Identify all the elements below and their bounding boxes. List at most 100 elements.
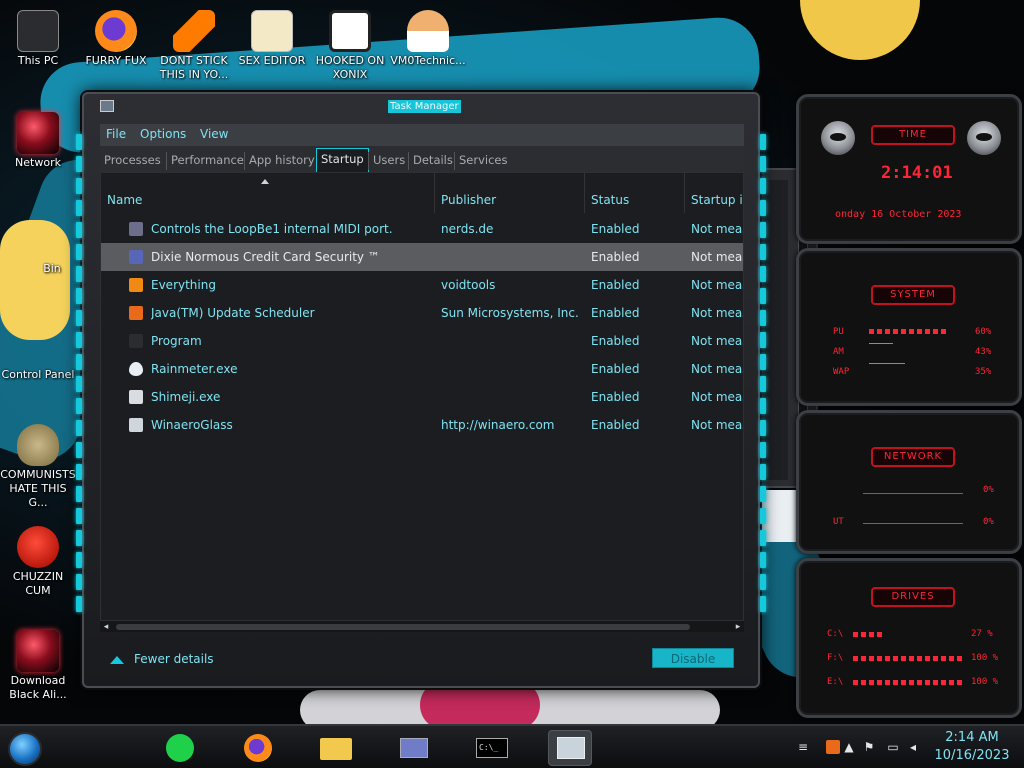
drive-e-bar xyxy=(853,680,963,685)
tab-startup[interactable]: Startup xyxy=(316,148,369,172)
column-header-publisher[interactable]: Publisher xyxy=(435,173,585,213)
tab-strip: Processes Performance App history Startu… xyxy=(100,148,744,172)
java-tray-icon[interactable] xyxy=(826,740,840,754)
startup-row[interactable]: Shimeji.exe Enabled Not meas xyxy=(101,383,743,411)
drive-f-value: 100 % xyxy=(971,653,999,663)
tab-services[interactable]: Services xyxy=(454,152,512,170)
startup-name-cell: Rainmeter.exe xyxy=(151,362,238,376)
desktop-icon-label: This PC xyxy=(17,54,59,67)
startup-row[interactable]: WinaeroGlass http://winaero.com Enabled Not… xyxy=(101,411,744,439)
magnifier-icon xyxy=(129,278,143,292)
fewer-details-link[interactable]: Fewer details xyxy=(110,652,214,666)
startup-name-cell: Shimeji.exe xyxy=(151,390,221,404)
desktop-icon-label: CHUZZIN CUM xyxy=(12,570,64,597)
startup-publisher-cell: Sun Microsystems, Inc. xyxy=(441,306,579,320)
desktop-icon-vm0technic[interactable]: VM0Technic... xyxy=(390,10,466,68)
window-titlebar[interactable]: Task Manager xyxy=(84,94,758,120)
startup-row[interactable]: Everything voidtools Enabled Not meas xyxy=(101,271,743,299)
desktop-icon-communists[interactable]: COMMUNISTS HATE THIS G... xyxy=(0,424,76,510)
taskbar-command-prompt[interactable]: C:\_ xyxy=(470,730,514,766)
startup-row[interactable]: Controls the LoopBe1 internal MIDI port.… xyxy=(101,215,743,243)
startup-row[interactable]: Rainmeter.exe Enabled Not meas xyxy=(101,355,743,383)
drive-e-label: E:\ xyxy=(827,677,844,687)
startup-name-cell: Controls the LoopBe1 internal MIDI port. xyxy=(151,222,393,236)
start-orb-icon[interactable] xyxy=(8,732,42,766)
taskbar-file-explorer[interactable] xyxy=(314,730,358,766)
horizontal-scrollbar[interactable]: ◂ ▸ xyxy=(100,620,744,632)
desktop-icon-this-pc[interactable]: This PC xyxy=(0,10,76,68)
desktop-icon-download-black-alien[interactable]: Download Black Ali... xyxy=(0,630,76,702)
network-out-label: UT xyxy=(833,517,844,527)
rainmeter-clock: 2:14:01 xyxy=(881,163,953,183)
desktop-icon-label: Bin xyxy=(43,262,61,275)
menu-file[interactable]: File xyxy=(106,127,126,141)
taskbar-firefox[interactable] xyxy=(236,730,280,766)
this-pc-icon xyxy=(17,10,59,52)
cpu-value: 60% xyxy=(975,327,992,337)
tab-app-history[interactable]: App history xyxy=(244,152,319,170)
tab-processes[interactable]: Processes xyxy=(100,152,165,170)
desktop-icon-vlc[interactable]: DONT STICK THIS IN YO... xyxy=(156,10,232,82)
scroll-left-icon[interactable]: ◂ xyxy=(100,621,112,633)
drive-c-label: C:\ xyxy=(827,629,844,639)
startup-impact-cell: Not meas xyxy=(691,306,744,320)
vlc-cone-icon xyxy=(173,10,215,52)
doctor-avatar-icon xyxy=(407,10,449,52)
network-in-value: 0% xyxy=(983,485,994,495)
startup-impact-cell: Not meas xyxy=(691,418,744,432)
desktop-icon-network[interactable]: Network xyxy=(0,112,76,170)
startup-name-cell: Program xyxy=(151,334,202,348)
desktop-icon-sex-editor[interactable]: SEX EDITOR xyxy=(234,10,310,68)
ram-label: AM xyxy=(833,347,844,357)
volume-icon[interactable]: ◂ xyxy=(906,740,920,754)
taskbar-notes-app[interactable] xyxy=(158,730,202,766)
desktop-icon-label: DONT STICK THIS IN YO... xyxy=(159,54,229,81)
midi-icon xyxy=(129,222,143,236)
drive-f-bar xyxy=(853,656,963,661)
disable-button[interactable]: Disable xyxy=(652,648,734,668)
taskbar-clock[interactable]: 2:14 AM 10/16/2023 xyxy=(926,729,1018,765)
drive-c-bar xyxy=(853,632,883,637)
menu-view[interactable]: View xyxy=(200,127,228,141)
startup-name-cell: Everything xyxy=(151,278,216,292)
network-bars-icon[interactable]: ≡ xyxy=(796,740,810,754)
up-arrow-icon[interactable]: ▲ xyxy=(842,740,856,754)
desktop-icon-furry-fux[interactable]: FURRY FUX xyxy=(78,10,154,68)
startup-status-cell: Enabled xyxy=(591,278,640,292)
desktop-icon-bin[interactable]: Bin xyxy=(22,262,82,276)
drive-f-label: F:\ xyxy=(827,653,844,663)
desktop-icon-label: COMMUNISTS HATE THIS G... xyxy=(0,468,76,509)
startup-publisher-cell: http://winaero.com xyxy=(441,418,555,432)
tab-details[interactable]: Details xyxy=(408,152,457,170)
ram-value: 43% xyxy=(975,347,992,357)
scrollbar-thumb[interactable] xyxy=(116,624,690,630)
window-app-icon xyxy=(129,390,143,404)
startup-row[interactable]: Java(TM) Update Scheduler Sun Microsystem… xyxy=(101,299,744,327)
network-icon[interactable]: ▭ xyxy=(886,740,900,754)
desktop-icon-xonix[interactable]: HOOKED ON XONIX xyxy=(312,10,388,82)
column-header-startup-impact[interactable]: Startup im xyxy=(685,173,743,213)
startup-name-cell: Java(TM) Update Scheduler xyxy=(151,306,315,320)
taskbar-control-panel[interactable] xyxy=(392,730,436,766)
column-header-name[interactable]: Name xyxy=(101,173,435,213)
window-title: Task Manager xyxy=(388,100,461,113)
desktop-icon-chuzzin[interactable]: CHUZZIN CUM xyxy=(0,526,76,598)
file-explorer-icon xyxy=(320,738,352,760)
desktop-icon-control-panel[interactable]: Control Panel xyxy=(0,368,76,382)
column-header-status[interactable]: Status xyxy=(585,173,685,213)
alien-orb-icon xyxy=(17,112,59,154)
menu-options[interactable]: Options xyxy=(140,127,186,141)
startup-row[interactable]: Dixie Normous Credit Card Security ™ Enab… xyxy=(101,243,743,271)
flag-icon[interactable]: ⚑ xyxy=(862,740,876,754)
tab-performance[interactable]: Performance xyxy=(166,152,248,170)
tab-users[interactable]: Users xyxy=(368,152,409,170)
chuzzle-icon xyxy=(17,526,59,568)
startup-row[interactable]: Program Enabled Not meas xyxy=(101,327,743,355)
taskbar-task-manager[interactable] xyxy=(548,730,592,766)
glass-window-icon xyxy=(129,418,143,432)
xonix-game-icon xyxy=(329,10,371,52)
network-in-graph xyxy=(863,493,963,494)
desktop-icon-label: Network xyxy=(15,156,61,169)
cpu-label: PU xyxy=(833,327,844,337)
scroll-right-icon[interactable]: ▸ xyxy=(732,621,744,633)
